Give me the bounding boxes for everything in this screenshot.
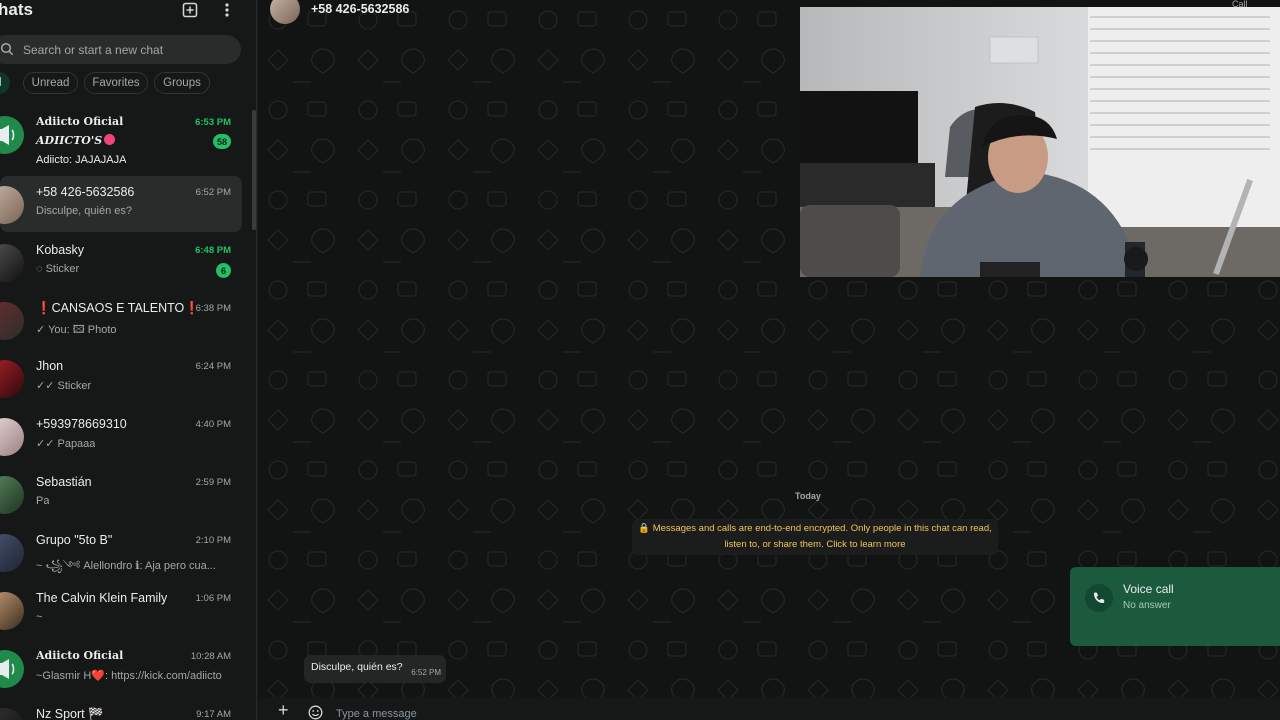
chat-time: 6:52 PM <box>195 187 231 198</box>
chat-name: +58 426-5632586 <box>36 185 135 199</box>
avatar <box>0 708 24 720</box>
avatar <box>0 116 24 154</box>
menu-kebab-icon[interactable] <box>218 1 236 19</box>
voice-call-notification[interactable]: Voice call No answer <box>1070 567 1280 646</box>
chat-name: Sebastián <box>36 475 92 489</box>
date-divider: Today <box>795 491 821 501</box>
avatar <box>0 244 24 282</box>
encryption-notice-line2: listen to, or share them. Click to learn… <box>724 539 906 550</box>
sidebar-scrollbar[interactable] <box>252 110 256 230</box>
filter-all[interactable]: All <box>0 72 10 94</box>
chat-time: 9:17 AM <box>196 709 231 720</box>
search-icon <box>0 42 14 56</box>
chat-list-item[interactable]: The Calvin Klein Family ~ 1:06 PM <box>0 582 242 638</box>
chat-list-item[interactable]: Nz Sport 🏁 9:17 AM <box>0 698 242 720</box>
chat-list-item[interactable]: +593978669310 ✓✓ Papaaa 4:40 PM <box>0 408 242 464</box>
chat-name: The Calvin Klein Family <box>36 591 168 605</box>
emoji-icon[interactable] <box>308 705 323 720</box>
chat-preview: ~ <box>36 611 43 623</box>
message-text: Disculpe, quién es? <box>311 661 403 673</box>
avatar <box>0 476 24 514</box>
exclamation-icon: ❗ <box>36 301 52 315</box>
new-chat-icon[interactable] <box>181 1 199 19</box>
chat-time: 6:48 PM <box>195 245 231 256</box>
chat-preview: ✓ You: 🖾 Photo <box>36 324 117 336</box>
chat-list-item[interactable]: Sebastián Pa 2:59 PM <box>0 466 242 522</box>
toast-title: Voice call <box>1123 582 1174 596</box>
avatar <box>0 418 24 456</box>
chat-preview: ~ ꧁⁠༺ Alellondro ℹ︎: Aja pero cua... <box>36 560 216 572</box>
avatar <box>0 650 24 688</box>
toast-subtitle: No answer <box>1123 600 1171 611</box>
encryption-notice-line1: 🔒 Messages and calls are end-to-end encr… <box>638 523 992 534</box>
attach-plus-icon[interactable]: + <box>278 701 289 719</box>
avatar <box>0 302 24 340</box>
filter-groups[interactable]: Groups <box>154 72 210 94</box>
chat-preview: Pa <box>36 495 50 507</box>
chat-preview: Adiicto: JAJAJAJA <box>36 154 127 166</box>
exclamation-icon: ❗ <box>184 301 196 315</box>
webcam-overlay <box>800 7 1280 277</box>
chat-list-item[interactable]: Adiicto Oficial ADIICTO'S Adiicto: JAJAJ… <box>0 106 242 166</box>
chat-list-item[interactable]: Adiicto Oficial ~Glasmir H❤️: https://ki… <box>0 640 242 696</box>
chat-name: Kobasky <box>36 243 84 257</box>
avatar <box>0 534 24 572</box>
chat-list: Adiicto Oficial ADIICTO'S Adiicto: JAJAJ… <box>0 104 250 720</box>
sidebar-header: hats <box>0 0 257 22</box>
chat-name: Adiicto Oficial <box>36 115 124 128</box>
chat-name: Adiicto Oficial <box>36 649 124 662</box>
search-input[interactable]: Search or start a new chat <box>0 35 241 64</box>
unread-badge: 6 <box>216 263 231 278</box>
chat-sidebar: hats Search or start a new chat All Unre… <box>0 0 257 720</box>
chat-list-item[interactable]: Jhon ✓✓ Sticker 6:24 PM <box>0 350 242 406</box>
filter-favorites[interactable]: Favorites <box>84 72 148 94</box>
webcam-image <box>800 7 1280 277</box>
chat-subtitle: ADIICTO'S <box>36 134 116 147</box>
chat-time: 2:59 PM <box>195 477 231 488</box>
chat-name: Jhon <box>36 359 64 373</box>
chat-preview: ◌ Sticker <box>36 263 80 275</box>
chat-list-item[interactable]: Kobasky ◌ Sticker 6:48 PM 6 <box>0 234 242 290</box>
contact-avatar[interactable] <box>270 0 300 24</box>
chat-time: 6:53 PM <box>195 117 231 128</box>
chat-preview: ✓✓ Sticker <box>36 380 92 392</box>
chat-time: 1:06 PM <box>195 593 231 604</box>
chat-time: 2:10 PM <box>195 535 231 546</box>
unread-badge: 58 <box>213 134 231 149</box>
chat-preview: Disculpe, quién es? <box>36 205 133 217</box>
chat-name: +593978669310 <box>36 417 127 431</box>
chat-time: 4:40 PM <box>195 419 231 430</box>
encryption-notice[interactable]: 🔒 Messages and calls are end-to-end encr… <box>632 519 998 555</box>
chat-time: 6:24 PM <box>195 361 231 372</box>
status-dot-icon <box>104 134 116 145</box>
contact-name[interactable]: +58 426-5632586 <box>311 2 409 16</box>
chat-name: Grupo "5to B" <box>36 533 113 547</box>
message-input[interactable]: Type a message <box>336 708 417 720</box>
chat-time: 10:28 AM <box>190 651 231 662</box>
chat-list-item[interactable]: ❗CANSAOS E TALENTO❗ ✓ You: 🖾 Photo 6:38 … <box>0 292 242 348</box>
sticker-icon: ◌ <box>36 263 46 275</box>
chat-list-item-selected[interactable]: +58 426-5632586 Disculpe, quién es? 6:52… <box>0 176 242 232</box>
message-composer: + Type a message <box>258 697 1280 720</box>
avatar <box>0 186 24 224</box>
chat-list-item[interactable]: Grupo "5to B" ~ ꧁⁠༺ Alellondro ℹ︎: Aja p… <box>0 524 242 580</box>
chat-name: Nz Sport 🏁 <box>36 707 104 720</box>
search-placeholder: Search or start a new chat <box>23 43 164 57</box>
chat-name: ❗CANSAOS E TALENTO❗ <box>36 301 196 316</box>
message-time: 6:52 PM <box>411 668 441 677</box>
phone-icon <box>1085 584 1113 612</box>
chat-preview: ✓✓ Papaaa <box>36 438 96 450</box>
sidebar-title: hats <box>0 0 33 19</box>
avatar <box>0 360 24 398</box>
message-bubble-incoming[interactable]: Disculpe, quién es? 6:52 PM <box>304 655 446 683</box>
chat-preview: ~Glasmir H❤️: https://kick.com/adiicto <box>36 670 222 682</box>
chat-time: 6:38 PM <box>195 303 231 314</box>
avatar <box>0 592 24 630</box>
filter-unread[interactable]: Unread <box>23 72 78 94</box>
